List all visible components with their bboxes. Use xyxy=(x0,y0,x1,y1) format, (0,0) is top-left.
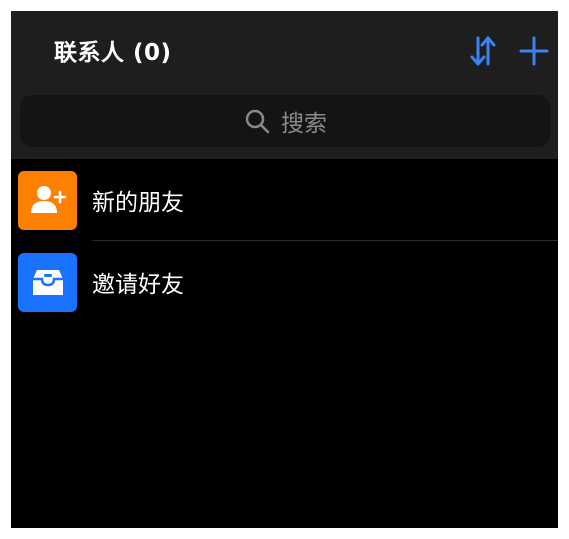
page-title: 联系人 (0) xyxy=(54,40,172,66)
sort-arrows-icon xyxy=(470,36,496,66)
add-contact-button[interactable] xyxy=(516,33,552,69)
add-person-icon xyxy=(18,170,77,230)
search-input[interactable]: 搜索 xyxy=(20,95,550,147)
contacts-list: 新的朋友 邀请好友 xyxy=(11,159,558,323)
list-item-label: 邀请好友 xyxy=(92,272,184,298)
contacts-window: 联系人 (0) 搜索 新的朋友 邀请好友 xyxy=(11,11,558,528)
list-item-label: 新的朋友 xyxy=(92,190,184,216)
plus-icon xyxy=(519,36,549,66)
invite-mailbox-icon xyxy=(18,252,77,312)
search-placeholder: 搜索 xyxy=(281,111,327,137)
list-item-new-friends[interactable]: 新的朋友 xyxy=(11,159,558,241)
list-item-invite-friends[interactable]: 邀请好友 xyxy=(11,241,558,323)
contacts-header: 联系人 (0) 搜索 xyxy=(11,11,558,159)
search-icon xyxy=(243,107,271,135)
sort-button[interactable] xyxy=(465,33,501,69)
